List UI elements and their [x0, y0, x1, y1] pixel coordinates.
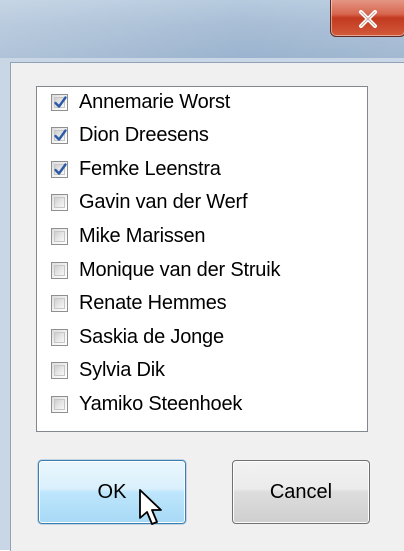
- checkbox-inner: [54, 365, 65, 377]
- list-item[interactable]: Sylvia Dik: [51, 357, 165, 385]
- checkbox-unchecked[interactable]: [51, 295, 68, 313]
- list-item-label: Yamiko Steenhoek: [79, 392, 243, 415]
- checkbox-inner: [54, 264, 65, 276]
- list-item[interactable]: Monique van der Struik: [51, 256, 280, 284]
- checkbox-inner: [54, 298, 65, 310]
- cancel-button[interactable]: Cancel: [232, 460, 370, 524]
- checkbox-unchecked[interactable]: [51, 194, 68, 212]
- checkbox-unchecked[interactable]: [51, 227, 68, 245]
- checkbox-unchecked[interactable]: [51, 395, 68, 413]
- list-item[interactable]: Annemarie Worst: [51, 88, 230, 116]
- checkbox-unchecked[interactable]: [51, 261, 68, 279]
- list-item[interactable]: Mike Marissen: [51, 222, 206, 250]
- dialog-window: Annemarie Worst Dion Dreesens Femke Leenst…: [0, 0, 404, 551]
- checkbox-checked[interactable]: [51, 160, 68, 178]
- checkmark-icon: [54, 162, 67, 175]
- checkbox-inner: [54, 197, 65, 209]
- list-item-label: Renate Hemmes: [79, 292, 227, 315]
- checkbox-inner: [54, 230, 65, 242]
- list-item-label: Dion Dreesens: [79, 124, 209, 147]
- checkbox-inner: [54, 398, 65, 410]
- checkmark-icon: [54, 129, 67, 141]
- list-item[interactable]: Renate Hemmes: [51, 290, 227, 318]
- list-item-label: Gavin van der Werf: [79, 191, 248, 214]
- list-item[interactable]: Gavin van der Werf: [51, 189, 248, 217]
- cancel-button-label: Cancel: [269, 480, 333, 503]
- title-bar[interactable]: [0, 0, 404, 62]
- checkbox-checked[interactable]: [51, 127, 68, 145]
- mouse-pointer-icon: [139, 489, 162, 525]
- ok-button-label: OK: [97, 480, 127, 503]
- checkbox-checked[interactable]: [51, 93, 68, 111]
- list-item[interactable]: Femke Leenstra: [51, 155, 221, 183]
- checkbox-unchecked[interactable]: [51, 328, 68, 346]
- checkmark-icon: [54, 95, 67, 108]
- checkbox-unchecked[interactable]: [51, 362, 68, 380]
- close-icon: [359, 10, 377, 28]
- checked-list-box[interactable]: Annemarie Worst Dion Dreesens Femke Leenst…: [36, 86, 368, 432]
- list-item-label: Sylvia Dik: [79, 359, 165, 382]
- list-item[interactable]: Yamiko Steenhoek: [51, 390, 242, 418]
- close-button[interactable]: [330, 0, 404, 37]
- list-item-label: Monique van der Struik: [79, 258, 281, 281]
- list-item-label: Mike Marissen: [79, 224, 206, 247]
- list-item-label: Saskia de Jonge: [79, 325, 224, 348]
- checkbox-inner: [54, 331, 65, 343]
- list-item[interactable]: Dion Dreesens: [51, 122, 209, 150]
- list-item-label: Annemarie Worst: [79, 90, 231, 113]
- list-item[interactable]: Saskia de Jonge: [51, 323, 224, 351]
- list-item-label: Femke Leenstra: [79, 157, 221, 180]
